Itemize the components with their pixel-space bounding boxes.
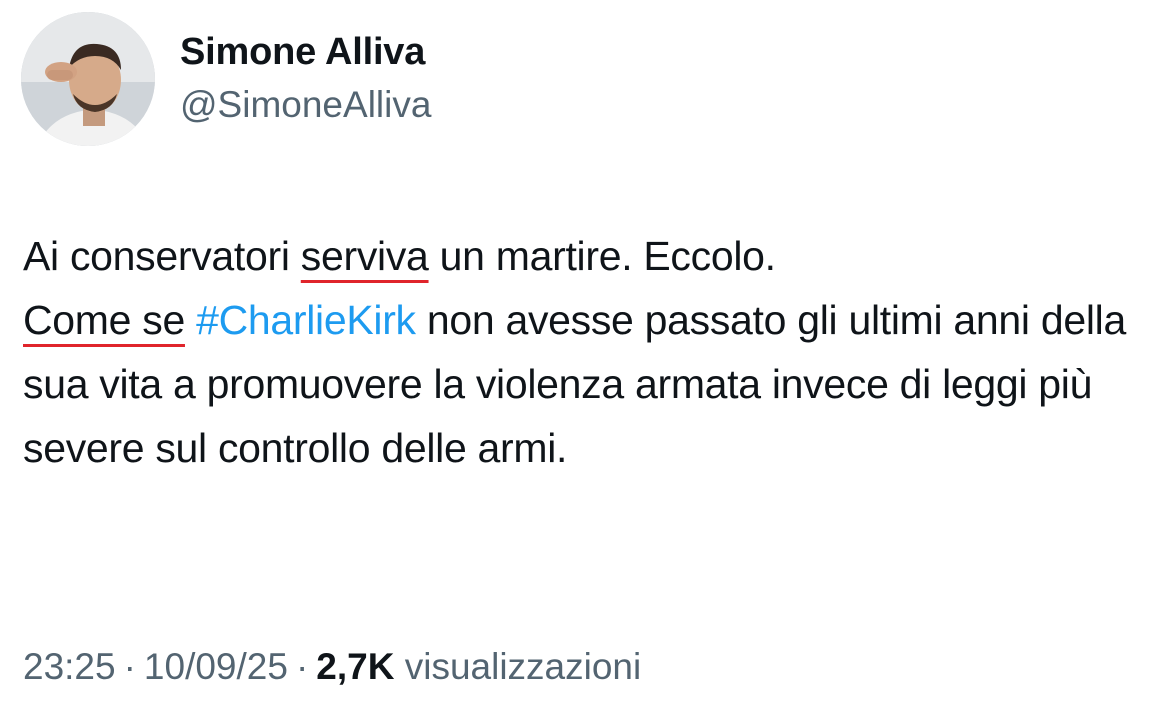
tweet-time[interactable]: 23:25 <box>23 646 116 687</box>
author-display-name[interactable]: Simone Alliva <box>180 28 431 76</box>
meta-separator: · <box>295 646 309 687</box>
meta-separator: · <box>123 646 136 687</box>
tweet-meta: 23:25 · 10/09/25 · 2,7K visualizzazioni <box>23 642 641 692</box>
author-handle[interactable]: @SimoneAlliva <box>180 80 431 130</box>
avatar-photo-icon <box>21 12 155 146</box>
author-info: Simone Alliva @SimoneAlliva <box>180 28 431 130</box>
tweet-text-segment: Ai conservatori <box>23 233 301 279</box>
tweet-text-space <box>185 297 196 343</box>
underlined-word-serviva: serviva <box>300 233 429 279</box>
tweet-card: Simone Alliva @SimoneAlliva Ai conservat… <box>0 0 1171 719</box>
tweet-text: Ai conservatori serviva un martire. Ecco… <box>23 224 1143 480</box>
tweet-text-segment: un martire. Eccolo. <box>428 233 776 279</box>
underlined-phrase-come-se: Come se <box>23 297 185 343</box>
tweet-date[interactable]: 10/09/25 <box>144 646 288 687</box>
views-count: 2,7K <box>316 646 395 687</box>
avatar[interactable] <box>21 12 155 146</box>
views-label: visualizzazioni <box>404 646 642 687</box>
hashtag-link[interactable]: #CharlieKirk <box>196 297 416 343</box>
